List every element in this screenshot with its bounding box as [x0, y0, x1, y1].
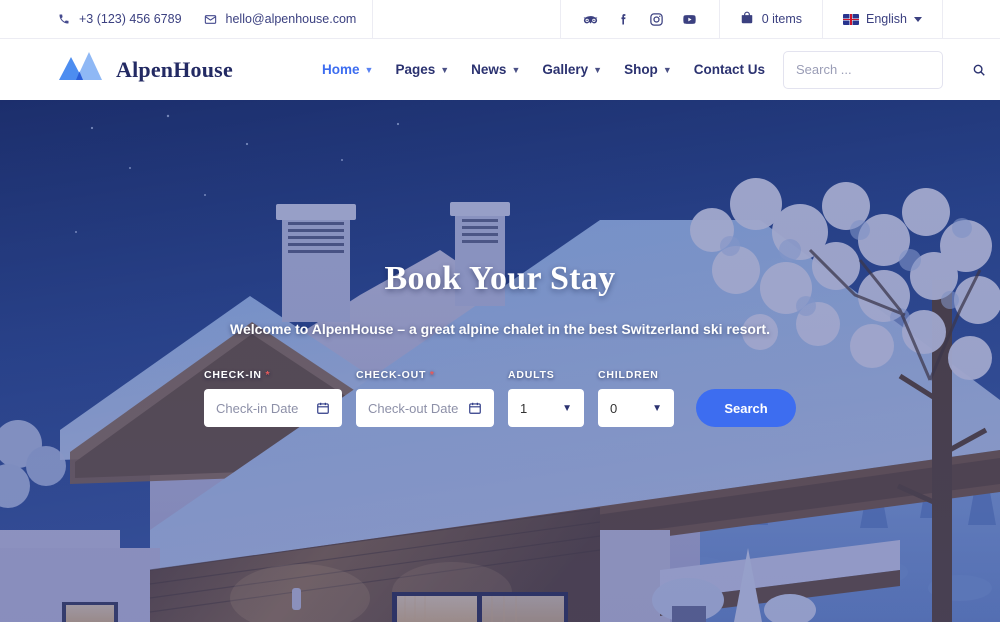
required-asterisk: * [265, 369, 271, 381]
top-bar: +3 (123) 456 6789 hello@alpenhouse.com 0… [0, 0, 1000, 39]
cart-button[interactable]: 0 items [720, 0, 823, 38]
nav-item-news[interactable]: News ▼ [471, 62, 520, 77]
adults-select[interactable]: 1 ▼ [508, 389, 584, 427]
checkout-date-input[interactable]: Check-out Date [356, 389, 494, 427]
nav-item-pages[interactable]: Pages ▼ [395, 62, 449, 77]
hero-content: Book Your Stay Welcome to AlpenHouse – a… [0, 100, 1000, 622]
checkin-placeholder: Check-in Date [216, 400, 299, 416]
cart-item-count: 0 items [761, 12, 802, 26]
tripadvisor-icon[interactable] [583, 12, 598, 27]
nav-item-home[interactable]: Home ▼ [322, 62, 373, 77]
booking-form: CHECK-IN * Check-in Date CHECK-OUT * Che… [204, 369, 796, 427]
brand-logo[interactable]: AlpenHouse [57, 50, 233, 89]
field-children: CHILDREN 0 ▼ [598, 369, 674, 427]
email-address: hello@alpenhouse.com [225, 12, 357, 26]
nav-item-contact-us[interactable]: Contact Us [694, 62, 765, 77]
hero-title: Book Your Stay [384, 260, 616, 297]
site-header: AlpenHouse Home ▼ Pages ▼ News ▼ Gallery… [0, 39, 1000, 100]
chevron-down-icon: ▼ [562, 402, 572, 414]
nav-item-gallery[interactable]: Gallery ▼ [542, 62, 602, 77]
checkin-label-text: CHECK-IN [204, 369, 262, 381]
children-label: CHILDREN [598, 369, 659, 381]
chevron-down-icon: ▼ [662, 64, 672, 75]
instagram-icon[interactable] [649, 12, 664, 27]
chevron-down-icon: ▼ [364, 64, 374, 75]
nav-label-contact-us: Contact Us [693, 62, 765, 77]
nav-label-gallery: Gallery [542, 62, 589, 77]
required-asterisk: * [429, 369, 435, 381]
social-links [559, 0, 720, 38]
field-checkout: CHECK-OUT * Check-out Date [356, 369, 494, 427]
search-input[interactable] [796, 62, 972, 77]
children-value: 0 [610, 400, 618, 416]
top-bar-spacer [373, 0, 559, 38]
adults-label: ADULTS [508, 369, 555, 381]
phone-contact[interactable]: +3 (123) 456 6789 [57, 12, 182, 26]
youtube-icon[interactable] [682, 12, 697, 27]
nav-label-home: Home [322, 62, 360, 77]
envelope-icon [204, 12, 218, 26]
language-selector[interactable]: English [823, 0, 943, 38]
language-label: English [866, 12, 907, 26]
uk-flag-icon [843, 13, 859, 25]
page-root: +3 (123) 456 6789 hello@alpenhouse.com 0… [0, 0, 1000, 622]
children-select[interactable]: 0 ▼ [598, 389, 674, 427]
search-icon[interactable] [972, 63, 986, 77]
nav-label-news: News [471, 62, 507, 77]
facebook-icon[interactable] [616, 12, 631, 27]
main-navigation: Home ▼ Pages ▼ News ▼ Gallery ▼ Shop ▼ C… [322, 62, 765, 77]
brand-name: AlpenHouse [116, 56, 233, 82]
booking-search-button[interactable]: Search [696, 389, 796, 427]
checkin-label: CHECK-IN * [204, 369, 342, 381]
checkin-date-input[interactable]: Check-in Date [204, 389, 342, 427]
hero-section: Book Your Stay Welcome to AlpenHouse – a… [0, 100, 1000, 622]
nav-label-shop: Shop [624, 62, 658, 77]
hero-subtitle: Welcome to AlpenHouse – a great alpine c… [230, 321, 770, 337]
top-bar-contact-group: +3 (123) 456 6789 hello@alpenhouse.com [0, 0, 374, 38]
chevron-down-icon: ▼ [652, 402, 662, 414]
adults-value: 1 [520, 400, 528, 416]
shopping-bag-icon [740, 11, 754, 28]
checkout-label: CHECK-OUT * [356, 369, 494, 381]
field-checkin: CHECK-IN * Check-in Date [204, 369, 342, 427]
header-search[interactable] [783, 50, 985, 89]
checkout-placeholder: Check-out Date [368, 400, 459, 416]
chevron-down-icon [914, 16, 922, 22]
nav-label-pages: Pages [395, 62, 436, 77]
calendar-icon[interactable] [468, 401, 482, 415]
phone-number: +3 (123) 456 6789 [79, 12, 182, 26]
field-adults: ADULTS 1 ▼ [508, 369, 584, 427]
calendar-icon[interactable] [316, 401, 330, 415]
chevron-down-icon: ▼ [440, 64, 450, 75]
top-bar-tail [943, 0, 1000, 38]
mountains-logo-icon [57, 50, 103, 89]
email-contact[interactable]: hello@alpenhouse.com [204, 12, 357, 26]
nav-item-shop[interactable]: Shop ▼ [624, 62, 672, 77]
checkout-label-text: CHECK-OUT [356, 369, 427, 381]
phone-icon [57, 12, 71, 26]
chevron-down-icon: ▼ [511, 64, 521, 75]
chevron-down-icon: ▼ [593, 64, 603, 75]
